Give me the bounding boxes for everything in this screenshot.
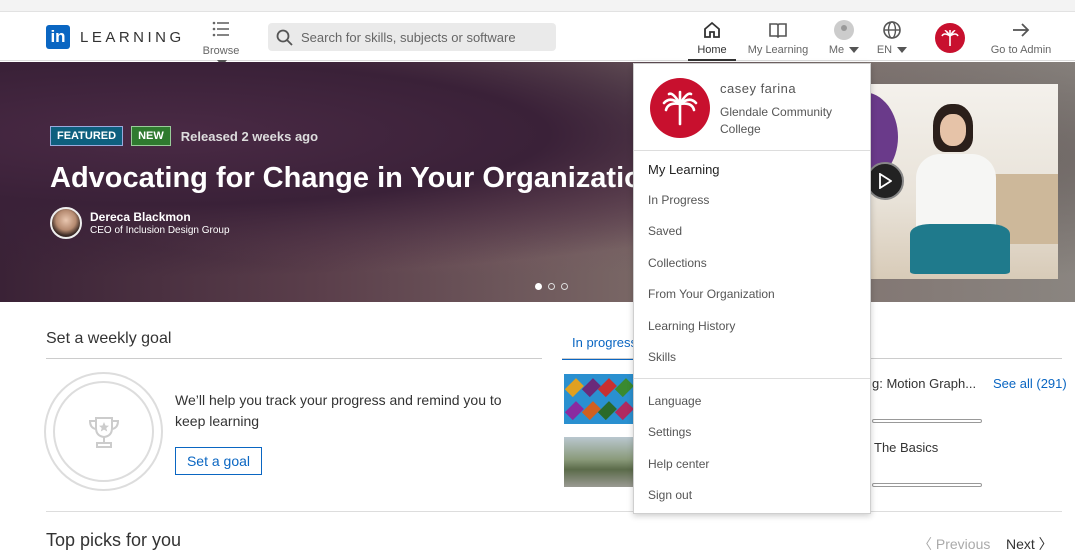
- menu-item-from-your-organization[interactable]: From Your Organization: [648, 287, 775, 301]
- search-icon: [276, 29, 293, 46]
- menu-item-language[interactable]: Language: [648, 394, 701, 408]
- nav-me-label: Me: [828, 44, 845, 56]
- menu-item-saved[interactable]: Saved: [648, 224, 682, 238]
- home-icon: [704, 21, 720, 38]
- release-date: Released 2 weeks ago: [180, 128, 319, 144]
- play-icon: [879, 173, 892, 189]
- organization-name: Glendale Community College: [720, 105, 833, 136]
- linkedin-learning-logo[interactable]: in LEARNING: [46, 25, 185, 49]
- nav-admin-label: Go to Admin: [990, 44, 1052, 56]
- course-progress-bar: [872, 483, 982, 487]
- featured-hero-banner[interactable]: FEATURED NEW Released 2 weeks ago Advoca…: [0, 62, 1075, 302]
- palm-tree-logo-icon: [650, 78, 710, 138]
- trophy-illustration: [44, 372, 163, 491]
- search-bar[interactable]: [268, 23, 556, 51]
- menu-item-settings[interactable]: Settings: [648, 425, 691, 439]
- divider: [46, 511, 1062, 512]
- user-name: casey farina: [720, 81, 797, 96]
- profile-card[interactable]: casey farina Glendale Community College: [634, 64, 870, 151]
- play-button[interactable]: [866, 162, 904, 200]
- nav-language[interactable]: EN: [872, 19, 912, 56]
- menu-item-in-progress[interactable]: In Progress: [648, 193, 709, 207]
- menu-item-my-learning[interactable]: My Learning: [648, 162, 720, 177]
- nav-my-learning[interactable]: My Learning: [744, 19, 812, 56]
- carousel-dot-1[interactable]: [535, 283, 542, 290]
- me-dropdown-menu: casey farina Glendale Community College …: [633, 63, 871, 514]
- chevron-down-icon: [849, 47, 860, 54]
- nav-home-label: Home: [697, 44, 727, 56]
- nav-organization[interactable]: [930, 19, 970, 53]
- course-thumbnail[interactable]: [564, 437, 634, 487]
- globe-icon: [883, 21, 901, 39]
- trophy-icon: [88, 416, 119, 448]
- course-thumbnail[interactable]: [564, 374, 634, 424]
- linkedin-logo-icon: in: [46, 25, 70, 49]
- carousel-dot-3[interactable]: [561, 283, 568, 290]
- menu-divider: [634, 378, 870, 379]
- browser-top-strip: [0, 0, 1075, 12]
- goal-description: We’ll help you track your progress and r…: [175, 392, 502, 429]
- course-progress-bar: [872, 419, 982, 423]
- divider: [46, 358, 542, 359]
- nav-language-label: EN: [876, 44, 893, 56]
- see-all-link[interactable]: See all (291): [993, 376, 1067, 391]
- app-header: in LEARNING Browse Home My Le: [0, 13, 1075, 67]
- set-goal-button[interactable]: Set a goal: [175, 447, 262, 475]
- menu-item-sign-out[interactable]: Sign out: [648, 488, 692, 502]
- palm-tree-logo-icon: [935, 23, 965, 53]
- featured-badge: FEATURED: [50, 126, 124, 146]
- menu-item-learning-history[interactable]: Learning History: [648, 319, 735, 333]
- author-role: CEO of Inclusion Design Group: [90, 225, 230, 236]
- previous-label: Previous: [935, 536, 991, 552]
- weekly-goal-title: Set a weekly goal: [46, 330, 172, 347]
- menu-item-collections[interactable]: Collections: [648, 256, 707, 270]
- nav-my-learning-label: My Learning: [747, 44, 809, 56]
- nav-home[interactable]: Home: [688, 19, 736, 61]
- menu-item-skills[interactable]: Skills: [648, 350, 676, 364]
- next-label: Next: [1006, 536, 1035, 552]
- book-icon: [769, 23, 787, 39]
- list-icon: [212, 21, 229, 37]
- search-input[interactable]: [301, 29, 551, 45]
- course-author: Dereca Blackmon CEO of Inclusion Design …: [50, 207, 230, 239]
- author-name: Dereca Blackmon: [90, 210, 191, 224]
- course-title[interactable]: The Basics: [874, 440, 938, 455]
- hero-course-title[interactable]: Advocating for Change in Your Organizati…: [50, 162, 660, 195]
- logo-text: LEARNING: [80, 28, 185, 46]
- menu-item-help-center[interactable]: Help center: [648, 457, 709, 471]
- nav-go-to-admin[interactable]: Go to Admin: [986, 19, 1056, 56]
- author-avatar: [50, 207, 82, 239]
- previous-button[interactable]: 〈 Previous: [918, 534, 990, 554]
- hero-badges: FEATURED NEW Released 2 weeks ago: [50, 126, 318, 146]
- carousel-dot-2[interactable]: [548, 283, 555, 290]
- chevron-down-icon: [897, 47, 908, 54]
- top-picks-title: Top picks for you: [46, 530, 182, 550]
- next-button[interactable]: Next 〉: [1006, 534, 1053, 554]
- carousel-dots: [535, 283, 568, 290]
- user-avatar-icon: [834, 20, 854, 40]
- new-badge: NEW: [131, 126, 171, 146]
- course-title[interactable]: g: Motion Graph...: [872, 376, 976, 391]
- arrow-right-icon: [1013, 23, 1030, 37]
- browse-label: Browse: [202, 45, 240, 57]
- nav-me[interactable]: Me: [824, 19, 864, 56]
